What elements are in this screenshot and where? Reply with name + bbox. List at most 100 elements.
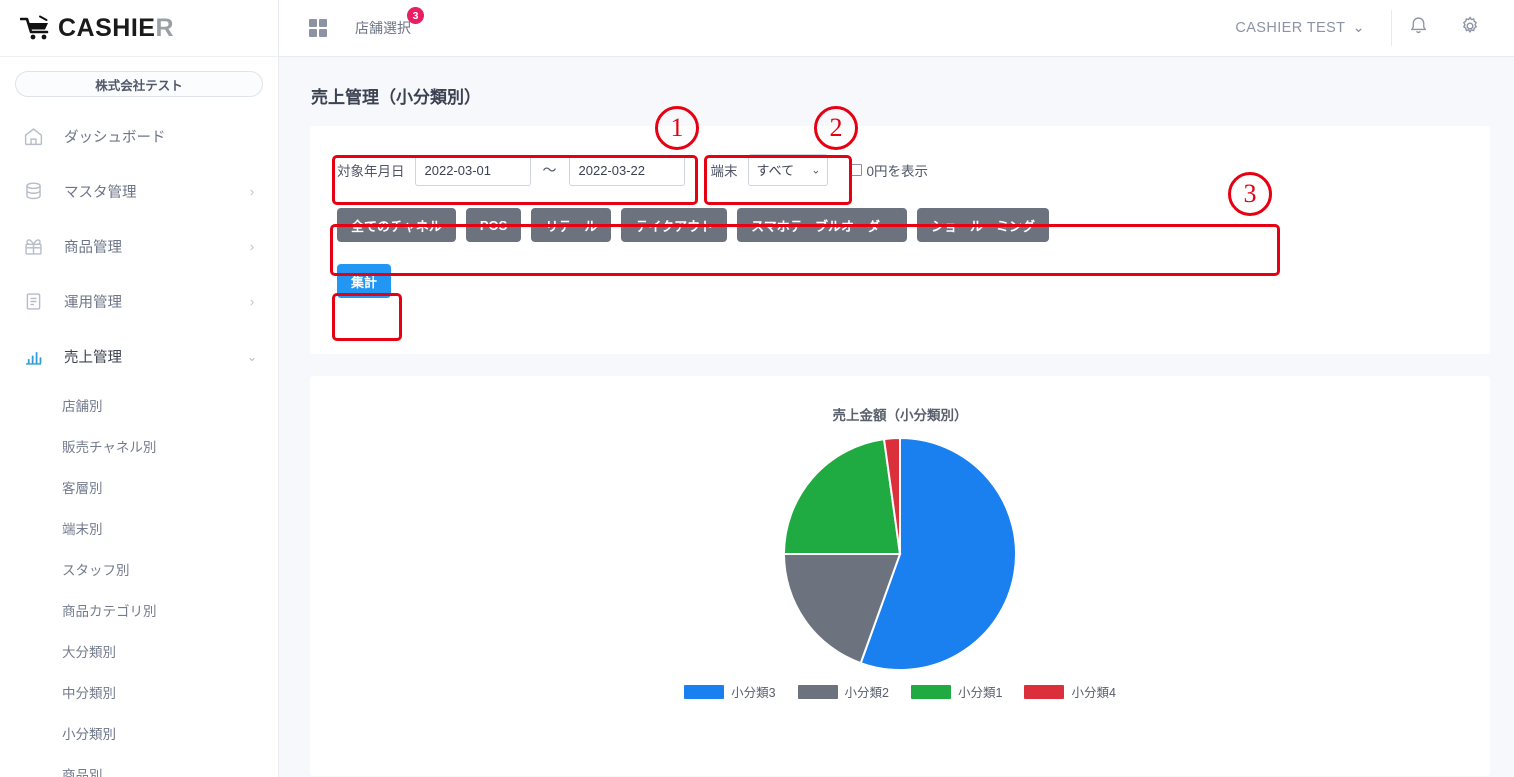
legend-item[interactable]: 小分類1 <box>911 682 1002 701</box>
gear-icon <box>1459 15 1481 42</box>
app-root: CASHIER 株式会社テスト ダッシュボード マスタ管理 › 商品管理 › 運… <box>0 0 1514 777</box>
sidebar-sublabel: 大分類別 <box>62 644 116 660</box>
sidebar-subitem-product-category[interactable]: 商品カテゴリ別 <box>0 589 278 630</box>
chart-title: 売上金額（小分類別） <box>832 408 968 423</box>
chevron-right-icon: › <box>249 294 255 309</box>
legend-swatch <box>684 684 725 699</box>
sidebar-sublabel: 中分類別 <box>62 685 116 701</box>
pie-chart-holder <box>310 434 1490 674</box>
sidebar-label: 運用管理 <box>64 295 122 311</box>
chevron-right-icon: › <box>249 184 255 199</box>
channel-button-group: 全てのチャネル POS リテール テイクアウト スマホテーブルオーダー ショール… <box>310 208 1490 242</box>
sidebar-nav: ダッシュボード マスタ管理 › 商品管理 › 運用管理 › 売上管理 ⌄ 店舗別… <box>0 103 278 777</box>
brand-logo: CASHIER <box>19 13 175 43</box>
channel-button-showrooming[interactable]: ショールーミング <box>916 208 1049 242</box>
zero-yen-checkbox[interactable]: 0円を表示 <box>849 160 929 180</box>
sidebar-sublabel: 店舗別 <box>62 398 103 414</box>
sidebar-item-master[interactable]: マスタ管理 › <box>0 164 278 219</box>
clipboard-icon <box>22 291 44 313</box>
terminal-select-wrap: すべて ⌄ <box>747 154 828 186</box>
sidebar-item-dashboard[interactable]: ダッシュボード <box>0 109 278 164</box>
sidebar-subitem-product[interactable]: 商品別 <box>0 753 278 777</box>
terminal-label: 端末 <box>710 164 738 179</box>
store-select-button[interactable]: 店舗選択 3 <box>355 7 424 38</box>
notification-bell-button[interactable] <box>1392 0 1444 57</box>
brand-name: CASHIER <box>58 13 175 42</box>
range-separator: 〜 <box>542 162 557 178</box>
legend-swatch <box>1024 684 1065 699</box>
legend-item[interactable]: 小分類4 <box>1024 682 1116 701</box>
sidebar-sublabel: 客層別 <box>62 480 103 496</box>
chart-legend: 小分類3 小分類2 小分類1 小分類4 <box>310 682 1490 701</box>
sidebar-label: 商品管理 <box>64 240 122 256</box>
store-select-label: 店舗選択 <box>355 20 411 36</box>
sidebar-sublabel: スタッフ別 <box>62 562 130 578</box>
sidebar-sublabel: 商品別 <box>62 767 103 777</box>
sidebar-item-sales[interactable]: 売上管理 ⌄ <box>0 329 278 384</box>
pie-chart[interactable] <box>780 434 1020 674</box>
company-name-chip[interactable]: 株式会社テスト <box>15 71 263 97</box>
chevron-down-icon: ⌄ <box>1352 20 1365 36</box>
company-name-label: 株式会社テスト <box>95 78 183 93</box>
channel-button-pos[interactable]: POS <box>465 208 522 242</box>
terminal-select[interactable]: すべて <box>747 154 828 186</box>
sidebar-sublabel: 販売チャネル別 <box>62 439 157 455</box>
sidebar-item-product[interactable]: 商品管理 › <box>0 219 278 274</box>
channel-button-smartphone-table-order[interactable]: スマホテーブルオーダー <box>737 208 907 242</box>
home-icon <box>22 126 44 148</box>
sidebar-subitem-customer-segment[interactable]: 客層別 <box>0 466 278 507</box>
zero-yen-label: 0円を表示 <box>866 164 929 179</box>
page-title: 売上管理（小分類別） <box>311 88 481 107</box>
legend-item[interactable]: 小分類3 <box>684 682 776 701</box>
date-range-label: 対象年月日 <box>337 164 405 179</box>
legend-label: 小分類4 <box>1071 686 1116 700</box>
brand-header[interactable]: CASHIER <box>0 0 278 57</box>
database-icon <box>22 181 44 203</box>
channel-button-retail[interactable]: リテール <box>531 208 612 242</box>
filter-row-date-terminal: 対象年月日 〜 端末 すべて ⌄ 0円を表示 <box>310 148 1490 192</box>
store-badge: 3 <box>407 7 424 24</box>
settings-gear-button[interactable] <box>1444 0 1496 57</box>
aggregate-row: 集計 <box>310 264 1490 298</box>
sidebar-label: ダッシュボード <box>64 130 166 146</box>
gift-icon <box>22 236 44 258</box>
sidebar-subitem-major-category[interactable]: 大分類別 <box>0 630 278 671</box>
bar-chart-icon <box>22 346 44 368</box>
grid-apps-icon[interactable] <box>309 19 327 37</box>
sidebar-label: マスタ管理 <box>64 185 137 201</box>
sidebar-subitem-staff[interactable]: スタッフ別 <box>0 548 278 589</box>
date-to-input[interactable] <box>568 154 685 186</box>
sidebar-subitem-channel[interactable]: 販売チャネル別 <box>0 425 278 466</box>
chevron-down-icon: ⌄ <box>246 349 258 364</box>
date-from-input[interactable] <box>414 154 531 186</box>
channel-button-takeout[interactable]: テイクアウト <box>621 208 728 242</box>
user-name-label: CASHIER TEST <box>1235 20 1346 36</box>
aggregate-button[interactable]: 集計 <box>337 264 391 298</box>
sidebar-subitem-minor-category[interactable]: 小分類別 <box>0 712 278 753</box>
legend-swatch <box>911 684 951 699</box>
topbar-right: CASHIER TEST ⌄ <box>1235 0 1496 56</box>
sidebar-sublabel: 商品カテゴリ別 <box>62 603 157 619</box>
legend-swatch <box>797 684 838 699</box>
bell-icon <box>1408 15 1429 41</box>
sidebar-label: 売上管理 <box>64 350 122 366</box>
legend-label: 小分類3 <box>731 686 776 700</box>
legend-label: 小分類1 <box>958 686 1003 700</box>
channel-button-all[interactable]: 全てのチャネル <box>337 208 456 242</box>
pie-slice[interactable] <box>782 437 902 555</box>
sidebar: CASHIER 株式会社テスト ダッシュボード マスタ管理 › 商品管理 › 運… <box>0 0 279 777</box>
legend-item[interactable]: 小分類2 <box>797 682 889 701</box>
sidebar-subitem-store[interactable]: 店舗別 <box>0 384 278 425</box>
legend-label: 小分類2 <box>844 686 889 700</box>
sidebar-sublabel: 小分類別 <box>62 726 116 742</box>
topbar: 店舗選択 3 CASHIER TEST ⌄ <box>279 0 1514 57</box>
sidebar-item-operation[interactable]: 運用管理 › <box>0 274 278 329</box>
sidebar-subitem-terminal[interactable]: 端末別 <box>0 507 278 548</box>
main-content: 店舗選択 3 CASHIER TEST ⌄ 売上管理（小分類別） 対象年月日 2… <box>279 0 1514 777</box>
checkbox-box <box>849 164 862 176</box>
shopping-cart-icon <box>19 15 52 41</box>
filter-card: 対象年月日 〜 端末 すべて ⌄ 0円を表示 全てのチャネル P <box>310 126 1490 354</box>
user-menu[interactable]: CASHIER TEST ⌄ <box>1235 20 1391 36</box>
sidebar-sublabel: 端末別 <box>62 521 103 537</box>
sidebar-subitem-mid-category[interactable]: 中分類別 <box>0 671 278 712</box>
